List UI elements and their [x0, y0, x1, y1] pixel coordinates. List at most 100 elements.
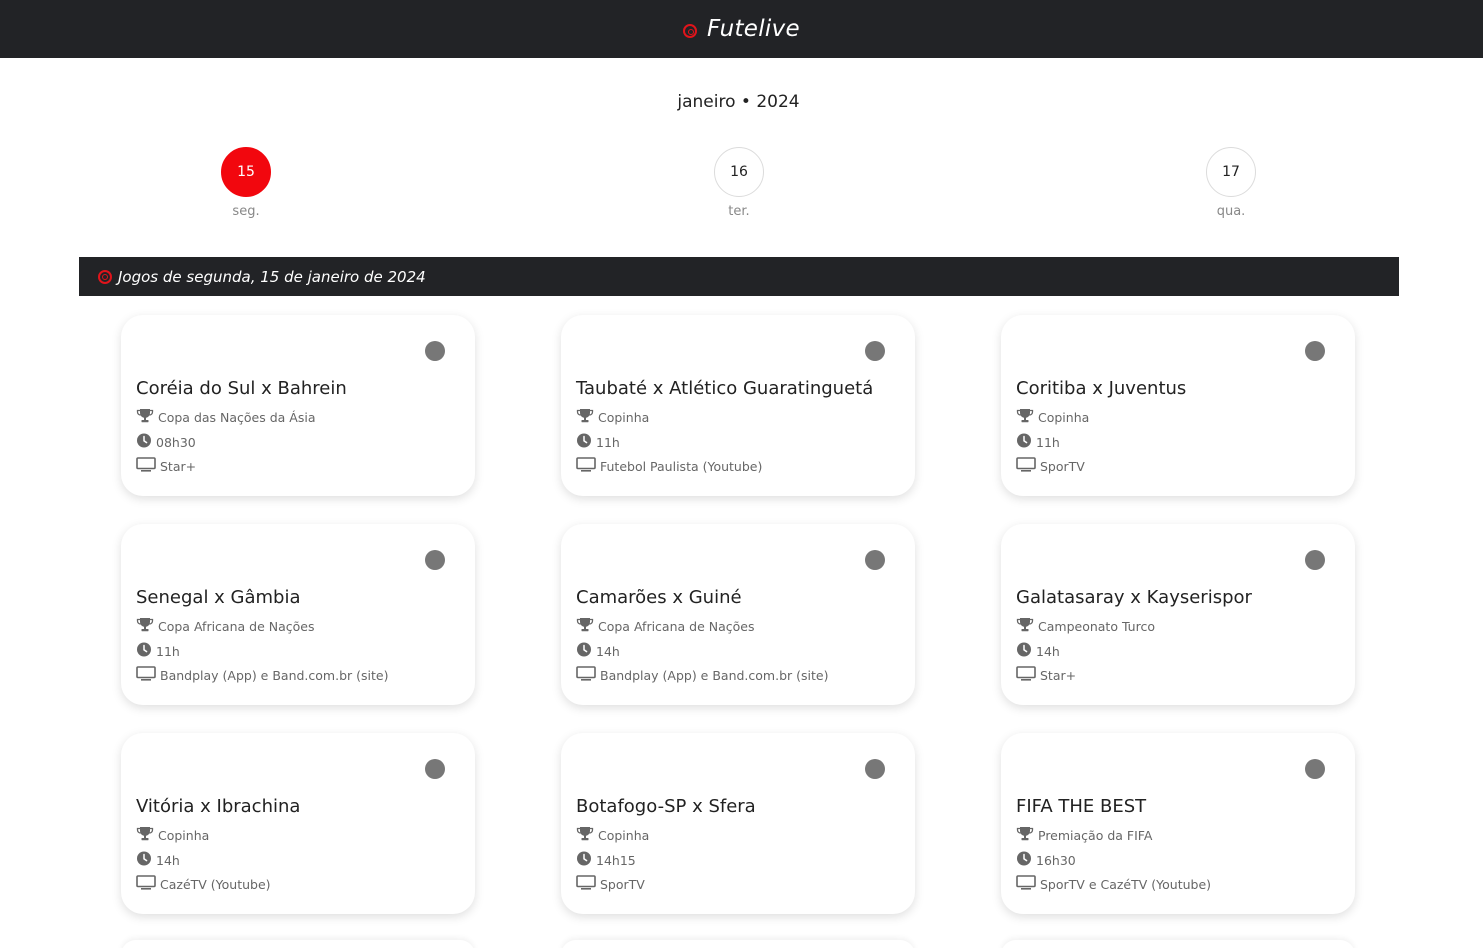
section-title: Jogos de segunda, 15 de janeiro de 2024: [118, 267, 426, 286]
game-card[interactable]: Camarões x Guiné Copa Africana de Nações 1…: [561, 524, 915, 705]
game-card[interactable]: FIFA THE BEST Premiação da FIFA 16h30 SporT…: [1001, 733, 1355, 914]
competition-name: Copinha: [598, 409, 650, 425]
broadcast-row: Bandplay (App) e Band.com.br (site): [576, 666, 828, 684]
broadcast-row: Star+: [1016, 666, 1076, 684]
status-dot-icon: [1305, 759, 1325, 779]
broadcast-channel: SporTV e CazéTV (Youtube): [1040, 876, 1212, 892]
section-header: Jogos de segunda, 15 de janeiro de 2024: [79, 257, 1399, 296]
day-weekday: qua.: [1216, 204, 1246, 219]
match-title: Vitória x Ibrachina: [136, 796, 301, 817]
game-card[interactable]: Botafogo-SP x Sfera Copinha 14h15 SporTV: [561, 733, 915, 914]
game-card-partial[interactable]: [121, 940, 475, 948]
competition-row: Copa Africana de Nações: [136, 617, 314, 635]
competition-name: Campeonato Turco: [1038, 618, 1155, 634]
broadcast-row: SporTV e CazéTV (Youtube): [1016, 875, 1211, 893]
broadcast-channel: SporTV: [600, 876, 645, 892]
competition-row: Copa Africana de Nações: [576, 617, 754, 635]
day-selector-17[interactable]: 17 qua.: [1201, 147, 1261, 219]
game-card-partial[interactable]: [1001, 940, 1355, 948]
brand-name: Futelive: [707, 16, 800, 42]
clock-icon: [136, 642, 156, 660]
broadcast-channel: SporTV: [1040, 458, 1085, 474]
day-number[interactable]: 15: [221, 147, 271, 197]
status-dot-icon: [425, 550, 445, 570]
competition-row: Copa das Nações da Ásia: [136, 408, 316, 426]
tv-icon: [136, 666, 160, 684]
match-title: FIFA THE BEST: [1016, 796, 1147, 817]
brand[interactable]: Futelive: [683, 16, 800, 42]
tv-icon: [1016, 457, 1040, 475]
tv-icon: [576, 875, 600, 893]
trophy-icon: [1016, 617, 1038, 635]
competition-row: Copinha: [136, 826, 209, 844]
status-dot-icon: [1305, 550, 1325, 570]
time-row: 16h30: [1016, 851, 1076, 869]
game-card[interactable]: Vitória x Ibrachina Copinha 14h CazéTV (You…: [121, 733, 475, 914]
day-weekday: ter.: [728, 204, 750, 219]
trophy-icon: [1016, 408, 1038, 426]
day-number[interactable]: 17: [1206, 147, 1256, 197]
competition-name: Copa Africana de Nações: [598, 618, 755, 634]
broadcast-row: Star+: [136, 457, 196, 475]
tv-icon: [136, 457, 160, 475]
match-time: 14h: [596, 643, 620, 659]
match-title: Camarões x Guiné: [576, 587, 742, 608]
tv-icon: [576, 457, 600, 475]
broadcast-channel: Bandplay (App) e Band.com.br (site): [600, 667, 829, 683]
match-time: 11h: [596, 434, 620, 450]
clock-icon: [576, 433, 596, 451]
trophy-icon: [576, 617, 598, 635]
status-dot-icon: [1305, 341, 1325, 361]
match-title: Coritiba x Juventus: [1016, 378, 1187, 399]
time-row: 14h: [576, 642, 620, 660]
broadcast-row: CazéTV (Youtube): [136, 875, 271, 893]
competition-name: Copa Africana de Nações: [158, 618, 315, 634]
game-card[interactable]: Taubaté x Atlético Guaratinguetá Copinha 1…: [561, 315, 915, 496]
broadcast-channel: CazéTV (Youtube): [160, 876, 271, 892]
clock-icon: [136, 851, 156, 869]
clock-icon: [136, 433, 156, 451]
trophy-icon: [1016, 826, 1038, 844]
competition-row: Copinha: [1016, 408, 1089, 426]
tv-icon: [1016, 666, 1040, 684]
broadcast-channel: Star+: [1040, 667, 1077, 683]
broadcast-row: SporTV: [576, 875, 645, 893]
game-card[interactable]: Galatasaray x Kayserispor Campeonato Turc…: [1001, 524, 1355, 705]
competition-name: Copinha: [158, 827, 210, 843]
month-label: janeiro • 2024: [677, 92, 800, 112]
time-row: 11h: [136, 642, 180, 660]
time-row: 11h: [576, 433, 620, 451]
broadcast-row: Bandplay (App) e Band.com.br (site): [136, 666, 388, 684]
match-time: 14h15: [596, 852, 636, 868]
game-card[interactable]: Coritiba x Juventus Copinha 11h SporTV: [1001, 315, 1355, 496]
game-card-partial[interactable]: [561, 940, 915, 948]
time-row: 14h: [136, 851, 180, 869]
game-card[interactable]: Senegal x Gâmbia Copa Africana de Nações 1…: [121, 524, 475, 705]
match-time: 16h30: [1036, 852, 1076, 868]
clock-icon: [576, 642, 596, 660]
trophy-icon: [136, 826, 158, 844]
day-selector-16[interactable]: 16 ter.: [709, 147, 769, 219]
broadcast-row: SporTV: [1016, 457, 1085, 475]
broadcast-channel: Bandplay (App) e Band.com.br (site): [160, 667, 389, 683]
target-icon: [98, 269, 112, 284]
trophy-icon: [576, 826, 598, 844]
day-selector-15[interactable]: 15 seg.: [216, 147, 276, 219]
competition-row: Premiação da FIFA: [1016, 826, 1152, 844]
match-title: Taubaté x Atlético Guaratinguetá: [576, 378, 874, 399]
competition-row: Copinha: [576, 826, 649, 844]
clock-icon: [576, 851, 596, 869]
game-card[interactable]: Coréia do Sul x Bahrein Copa das Nações d…: [121, 315, 475, 496]
match-time: 14h: [1036, 643, 1060, 659]
trophy-icon: [136, 408, 158, 426]
competition-row: Copinha: [576, 408, 649, 426]
match-time: 08h30: [156, 434, 196, 450]
competition-name: Copa das Nações da Ásia: [158, 409, 316, 425]
clock-icon: [1016, 851, 1036, 869]
match-time: 11h: [156, 643, 180, 659]
day-number[interactable]: 16: [714, 147, 764, 197]
tv-icon: [136, 875, 160, 893]
clock-icon: [1016, 642, 1036, 660]
match-title: Coréia do Sul x Bahrein: [136, 378, 347, 399]
trophy-icon: [576, 408, 598, 426]
